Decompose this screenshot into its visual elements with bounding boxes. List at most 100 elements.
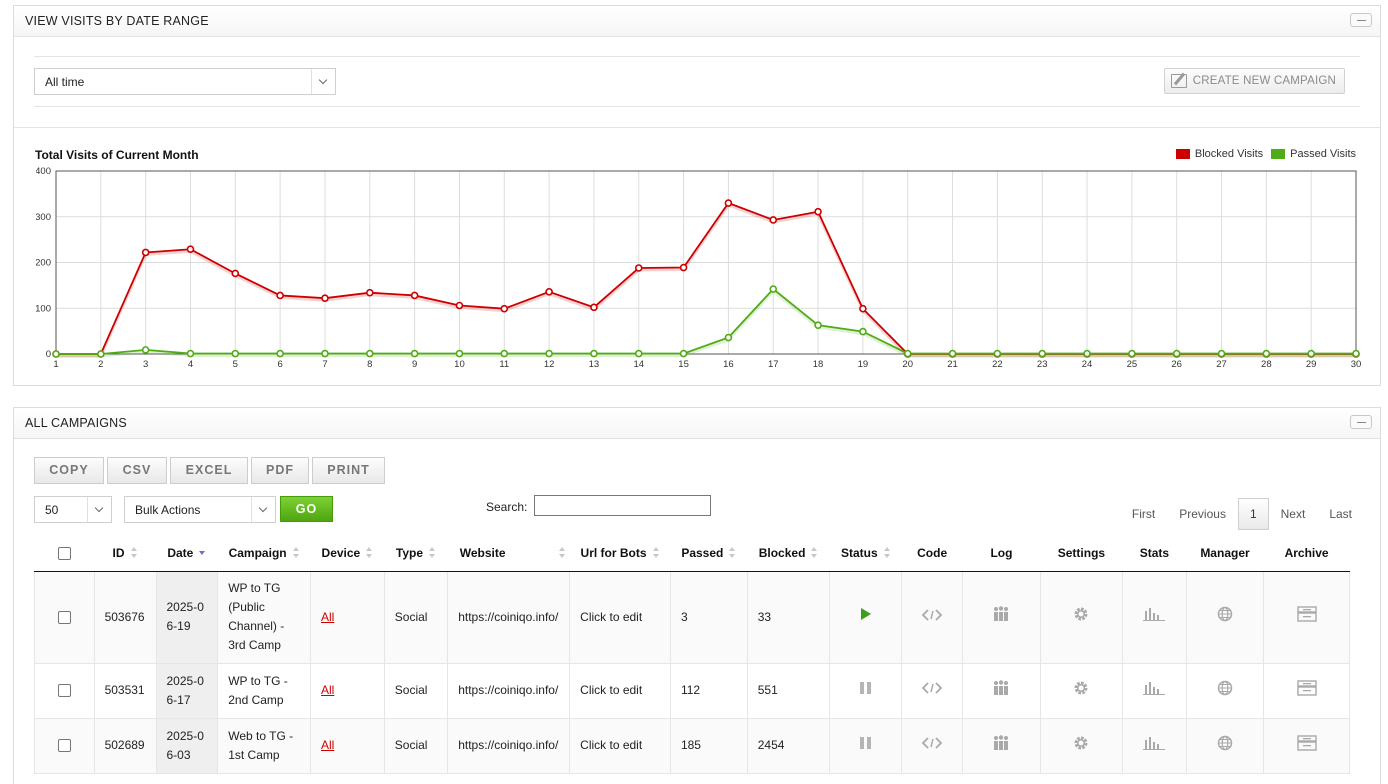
select-all-header[interactable]: [34, 535, 95, 572]
device-link[interactable]: All: [321, 738, 334, 752]
play-icon[interactable]: [860, 607, 872, 627]
cell-url-for-bots[interactable]: Click to edit: [569, 570, 671, 664]
select-all-checkbox[interactable]: [57, 546, 71, 560]
copy-button[interactable]: COPY: [34, 457, 104, 484]
cell-url-for-bots[interactable]: Click to edit: [569, 662, 671, 719]
archive-icon[interactable]: [1296, 606, 1317, 628]
pager-next[interactable]: Next: [1269, 507, 1318, 521]
bulk-actions-value: Bulk Actions: [135, 503, 201, 517]
cell-date: 2025-06-19: [155, 570, 219, 664]
log-icon[interactable]: [992, 679, 1010, 702]
stats-icon[interactable]: [1143, 736, 1166, 756]
go-button[interactable]: GO: [280, 496, 333, 522]
series-line-1: [56, 287, 1356, 355]
col-type[interactable]: Type: [384, 535, 448, 572]
data-point-1: [724, 333, 733, 342]
csv-button[interactable]: CSV: [107, 457, 167, 484]
code-icon[interactable]: [921, 608, 943, 627]
pager-first[interactable]: First: [1120, 507, 1167, 521]
col-date[interactable]: Date: [156, 535, 218, 572]
x-tick-label: 7: [322, 359, 327, 370]
data-point-0: [769, 216, 778, 224]
gear-icon[interactable]: [1073, 735, 1089, 757]
pdf-button[interactable]: PDF: [251, 457, 309, 484]
search-input[interactable]: [534, 495, 711, 516]
col-code-label: Code: [917, 545, 948, 560]
collapse-campaigns-button[interactable]: [1350, 415, 1372, 429]
cell-campaign: WP to TG (Public Channel) - 3rd Camp: [217, 570, 311, 664]
page-size-select[interactable]: 50: [34, 496, 112, 523]
cell-log: [962, 662, 1041, 719]
page-size-value: 50: [45, 503, 59, 517]
data-point-0: [455, 301, 464, 310]
cell-url-for-bots[interactable]: Click to edit: [569, 717, 671, 774]
pause-icon[interactable]: [859, 681, 873, 701]
print-button[interactable]: PRINT: [312, 457, 385, 484]
gear-icon[interactable]: [1073, 606, 1089, 628]
cell-id: 503676: [93, 570, 157, 664]
log-icon[interactable]: [992, 606, 1010, 628]
col-device[interactable]: Device: [310, 535, 385, 572]
data-point-1: [276, 349, 284, 358]
globe-icon[interactable]: [1217, 680, 1233, 702]
pause-icon[interactable]: [859, 736, 873, 756]
data-point-1: [365, 349, 374, 358]
archive-icon[interactable]: [1296, 679, 1317, 702]
code-icon[interactable]: [921, 736, 943, 755]
data-point-0: [724, 199, 733, 207]
bulk-actions-select[interactable]: Bulk Actions: [124, 496, 276, 523]
col-url-for-bots[interactable]: Url for Bots: [569, 535, 671, 572]
log-icon[interactable]: [992, 734, 1010, 757]
cell-manager: [1185, 662, 1265, 719]
legend-swatch-passed: [1271, 149, 1286, 159]
stats-icon[interactable]: [1143, 607, 1166, 627]
row-checkbox[interactable]: [57, 739, 71, 753]
create-new-campaign-button[interactable]: CREATE NEW CAMPAIGN: [1163, 68, 1345, 94]
cell-website: https://coiniqo.info/: [447, 570, 571, 664]
series-line-0: [56, 201, 1356, 355]
col-passed[interactable]: Passed: [670, 535, 748, 572]
cell-manager: [1185, 717, 1265, 774]
pager-previous[interactable]: Previous: [1167, 507, 1238, 521]
x-tick-label: 20: [902, 359, 913, 370]
collapse-visits-button[interactable]: [1350, 13, 1372, 27]
cell-stats: [1121, 570, 1187, 664]
cell-campaign: WP to TG - 2nd Camp: [217, 662, 311, 719]
pager-last[interactable]: Last: [1317, 507, 1364, 521]
col-status[interactable]: Status: [829, 535, 902, 572]
row-checkbox[interactable]: [57, 610, 71, 624]
cell-passed: 185: [669, 717, 748, 774]
col-website[interactable]: Website: [447, 535, 570, 572]
archive-icon[interactable]: [1296, 734, 1317, 757]
data-point-1: [231, 349, 240, 358]
export-toolbar: COPY CSV EXCEL PDF PRINT: [34, 457, 385, 484]
cell-date: 2025-06-17: [155, 662, 219, 719]
date-range-select[interactable]: All time: [34, 68, 336, 95]
device-link[interactable]: All: [321, 610, 334, 624]
col-id[interactable]: ID: [94, 535, 156, 572]
row-checkbox-cell: [34, 570, 95, 664]
pager-current-page[interactable]: 1: [1237, 498, 1269, 530]
x-tick-label: 6: [277, 359, 282, 370]
chart-legend: Blocked Visits Passed Visits: [1175, 148, 1356, 160]
legend-item-passed[interactable]: Passed Visits: [1271, 148, 1356, 160]
cell-blocked: 551: [746, 662, 831, 719]
row-checkbox[interactable]: [57, 684, 71, 698]
y-tick-label: 300: [36, 212, 51, 223]
data-point-1: [410, 349, 419, 358]
col-campaign[interactable]: Campaign: [217, 535, 311, 572]
globe-icon[interactable]: [1217, 735, 1233, 757]
code-icon[interactable]: [921, 681, 943, 700]
stats-icon[interactable]: [1143, 681, 1166, 701]
globe-icon[interactable]: [1217, 606, 1233, 628]
cell-archive: [1263, 717, 1350, 774]
visits-panel-title: VIEW VISITS BY DATE RANGE: [25, 14, 209, 28]
legend-item-blocked[interactable]: Blocked Visits: [1175, 148, 1263, 160]
col-blocked[interactable]: Blocked: [747, 535, 830, 572]
x-tick-label: 22: [992, 359, 1003, 370]
gear-icon[interactable]: [1073, 680, 1089, 702]
y-tick-label: 200: [36, 258, 51, 269]
device-link[interactable]: All: [321, 683, 334, 697]
excel-button[interactable]: EXCEL: [170, 457, 248, 484]
cell-settings: [1039, 570, 1123, 664]
